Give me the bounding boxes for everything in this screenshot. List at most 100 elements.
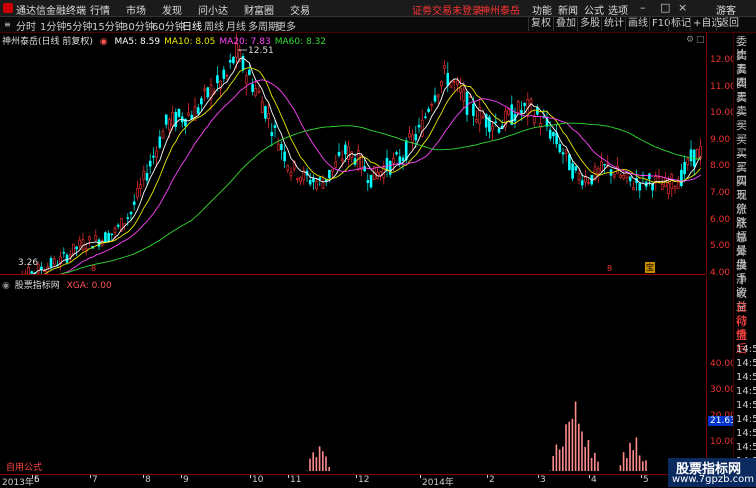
period-tab-60min[interactable]: 60分钟 bbox=[152, 18, 185, 33]
indicator-bar bbox=[316, 457, 318, 471]
indicator-bar bbox=[629, 443, 631, 471]
candle-body bbox=[559, 144, 561, 151]
menu-discover[interactable]: 发现 bbox=[162, 2, 182, 17]
candle-body bbox=[172, 112, 174, 125]
menu-wealth[interactable]: 财富圈 bbox=[244, 2, 274, 17]
minimize-icon[interactable]: – bbox=[640, 1, 646, 14]
side-panel-item[interactable]: 14:50 bbox=[736, 385, 756, 398]
side-panel-item[interactable]: 14:50 bbox=[736, 371, 756, 384]
candle-body bbox=[111, 234, 113, 235]
legend-toggle-icon[interactable]: ◉ bbox=[100, 37, 108, 47]
period-tab-minute[interactable]: 分时 bbox=[16, 18, 36, 33]
side-panel-item[interactable]: 14:50 bbox=[736, 357, 756, 370]
side-panel-item[interactable]: 14:50 bbox=[736, 441, 756, 454]
user-status[interactable]: 游客 bbox=[716, 2, 736, 17]
x-tick-mark bbox=[288, 475, 289, 478]
candle-body bbox=[495, 122, 497, 123]
candle-body bbox=[319, 178, 321, 180]
candle-body bbox=[245, 76, 247, 83]
side-panel-item[interactable]: 14:50 bbox=[736, 399, 756, 412]
period-tab-1min[interactable]: 1分钟 bbox=[40, 18, 66, 33]
period-tab-monthly[interactable]: 月线 bbox=[226, 18, 246, 33]
back-button[interactable]: 返回 bbox=[716, 17, 741, 31]
x-tick: 4 bbox=[591, 475, 597, 485]
menu-trade[interactable]: 交易 bbox=[290, 2, 310, 17]
close-icon[interactable]: × bbox=[678, 1, 687, 14]
period-tab-more[interactable]: 更多 bbox=[276, 18, 296, 33]
candle-body bbox=[114, 228, 116, 232]
indicator-toggle-icon[interactable]: ◉ bbox=[2, 281, 10, 291]
candle-body bbox=[66, 255, 68, 262]
price-axis: 12.0011.0010.009.008.007.006.005.004.00 bbox=[706, 33, 734, 274]
multi-stock-button[interactable]: 多股 bbox=[577, 17, 602, 31]
x-tick: 6 bbox=[34, 475, 40, 485]
login-warning[interactable]: 证劵交易未登录 bbox=[412, 2, 482, 17]
candle-body bbox=[136, 188, 138, 197]
event-marker[interactable]: 8 bbox=[607, 264, 612, 273]
menu-market[interactable]: 市场 bbox=[126, 2, 146, 17]
expand-icon[interactable]: □ bbox=[696, 35, 705, 45]
side-panel-item[interactable]: 14:50 bbox=[736, 413, 756, 426]
candle-body bbox=[399, 157, 401, 164]
draw-line-button[interactable]: 画线 bbox=[625, 17, 650, 31]
candle-body bbox=[140, 185, 142, 189]
menu-news[interactable]: 新闻 bbox=[558, 2, 578, 17]
x-tick: 9 bbox=[183, 475, 189, 485]
stats-button[interactable]: 统计 bbox=[601, 17, 626, 31]
side-panel-item[interactable]: 14:50 bbox=[736, 343, 756, 356]
menu-formula[interactable]: 公式 bbox=[584, 2, 604, 17]
indicator-bar bbox=[568, 422, 570, 471]
period-tab-weekly[interactable]: 周线 bbox=[204, 18, 224, 33]
maximize-icon[interactable]: □ bbox=[660, 1, 670, 14]
candlestick-chart[interactable]: 12.51 3.26 bbox=[0, 33, 706, 274]
candle-body bbox=[568, 154, 570, 169]
ma-legend: 神州泰岳(日线 前复权) ◉ MA5: 8.59MA10: 8.05MA20: … bbox=[2, 34, 326, 47]
settings-icon[interactable]: ⚙ bbox=[686, 35, 694, 45]
event-marker[interactable]: 8 bbox=[91, 264, 96, 273]
indicator-bar bbox=[581, 431, 583, 471]
period-tab-5min[interactable]: 5分钟 bbox=[66, 18, 92, 33]
candle-body bbox=[405, 141, 407, 160]
candle-body bbox=[364, 166, 366, 171]
period-tab-daily[interactable]: 日线 bbox=[182, 18, 202, 33]
indicator-bar bbox=[312, 452, 314, 471]
candle-body bbox=[408, 134, 410, 137]
side-panel-item[interactable]: 14:50 bbox=[736, 427, 756, 440]
x-tick-year: 2013年 bbox=[2, 475, 34, 488]
indicator-chart[interactable] bbox=[0, 276, 706, 471]
period-tab-multi[interactable]: 多周期 bbox=[248, 18, 278, 33]
menu-ask[interactable]: 问小达 bbox=[198, 2, 228, 17]
price-tick: 12.00 bbox=[710, 55, 736, 65]
menu-options[interactable]: 选项 bbox=[608, 2, 628, 17]
candle-body bbox=[127, 218, 129, 219]
chart-header: 神州泰岳(日线 前复权) bbox=[2, 37, 93, 47]
candle-body bbox=[328, 170, 330, 178]
candle-body bbox=[412, 135, 414, 142]
candle-body bbox=[652, 184, 654, 190]
overlay-button[interactable]: 叠加 bbox=[553, 17, 578, 31]
toolbar-menu-icon[interactable]: ≡ bbox=[4, 20, 11, 29]
candle-body bbox=[76, 247, 78, 249]
chart-divider bbox=[0, 274, 706, 275]
candle-body bbox=[284, 152, 286, 161]
moving-average-lines bbox=[3, 58, 701, 274]
candle-body bbox=[684, 162, 686, 174]
period-tab-15min[interactable]: 15分钟 bbox=[92, 18, 125, 33]
candle-body bbox=[453, 81, 455, 82]
candle-body bbox=[386, 158, 388, 170]
adjust-button[interactable]: 复权 bbox=[528, 17, 553, 31]
candle-body bbox=[104, 233, 106, 243]
candle-body bbox=[252, 84, 254, 91]
formula-footer-label[interactable]: 自用公式 bbox=[6, 460, 42, 473]
candle-body bbox=[287, 166, 289, 171]
indicator-bar bbox=[565, 424, 567, 471]
info-badge[interactable]: 宝 bbox=[645, 262, 655, 273]
candle-body bbox=[460, 88, 462, 92]
period-tab-30min[interactable]: 30分钟 bbox=[122, 18, 155, 33]
x-tick-mark bbox=[538, 475, 539, 478]
candle-body bbox=[332, 170, 334, 172]
candle-body bbox=[671, 174, 673, 188]
menu-functions[interactable]: 功能 bbox=[532, 2, 552, 17]
ma-value-0: MA5: 8.59 bbox=[115, 37, 161, 47]
menu-quotes[interactable]: 行情 bbox=[90, 2, 110, 17]
